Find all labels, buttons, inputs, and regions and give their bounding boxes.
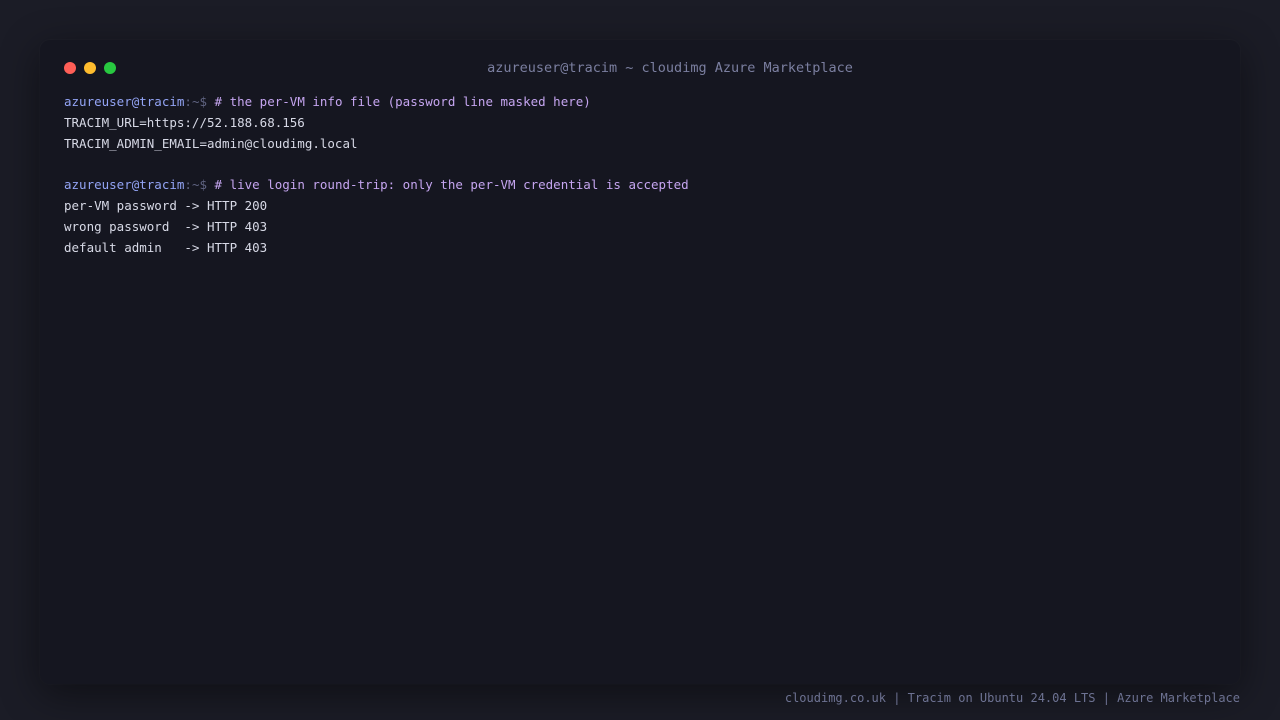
- prompt-path: :~$: [184, 94, 215, 109]
- output-line: per-VM password -> HTTP 200: [64, 198, 268, 213]
- command-line: azureuser@tracim:~$ # live login round-t…: [64, 174, 1214, 195]
- terminal-window: azureuser@tracim ~ cloudimg Azure Market…: [40, 40, 1240, 684]
- output-line: wrong password -> HTTP 403: [64, 219, 268, 234]
- output-line: TRACIM_ADMIN_EMAIL=admin@cloudimg.local: [64, 136, 358, 151]
- command-comment: # the per-VM info file (password line ma…: [214, 94, 591, 109]
- prompt-path: :~$: [184, 177, 215, 192]
- prompt-user: azureuser@tracim: [64, 94, 185, 109]
- window-titlebar: azureuser@tracim ~ cloudimg Azure Market…: [40, 40, 1240, 96]
- command-comment: # live login round-trip: only the per-VM…: [214, 177, 689, 192]
- window-title: azureuser@tracim ~ cloudimg Azure Market…: [487, 60, 853, 76]
- footer-caption: cloudimg.co.uk | Tracim on Ubuntu 24.04 …: [784, 691, 1240, 705]
- terminal-output[interactable]: azureuser@tracim:~$ # the per-VM info fi…: [64, 91, 1214, 258]
- output-line: TRACIM_URL=https://52.188.68.156: [64, 115, 305, 130]
- output-line: default admin -> HTTP 403: [64, 240, 268, 255]
- prompt-user: azureuser@tracim: [64, 177, 185, 192]
- command-line: azureuser@tracim:~$ # the per-VM info fi…: [64, 91, 1214, 112]
